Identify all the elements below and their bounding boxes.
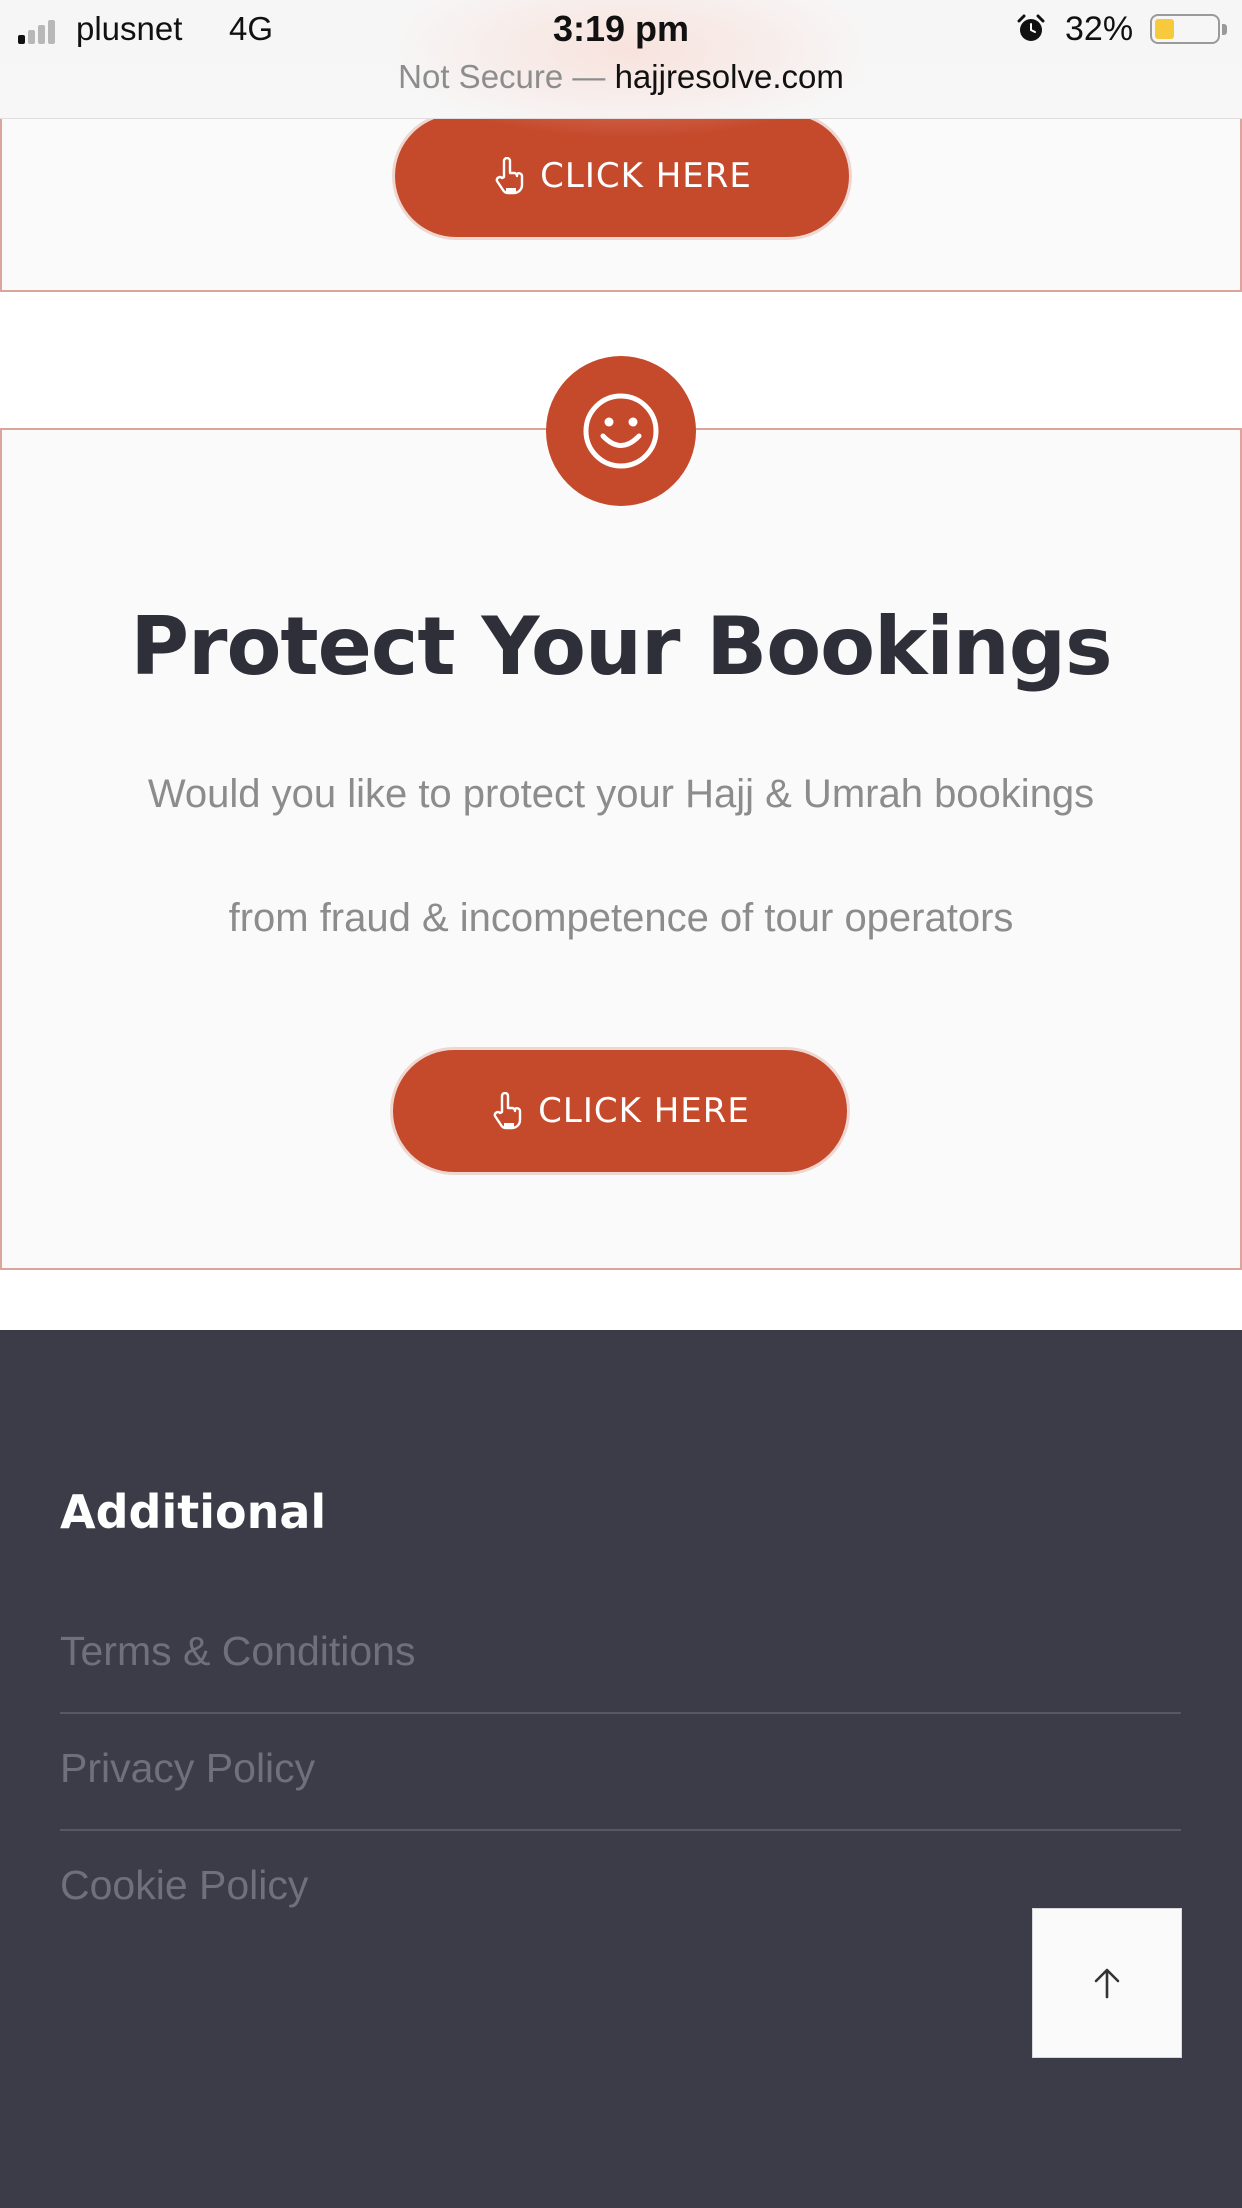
- click-here-label-top: CLICK HERE: [540, 156, 752, 196]
- terms-conditions-link[interactable]: Terms & Conditions: [60, 1598, 1181, 1714]
- browser-status-bar: plusnet 4G 3:19 pm 32% Not Secure — hajj…: [0, 0, 1242, 140]
- battery-level-fill: [1155, 19, 1174, 39]
- click-here-button[interactable]: CLICK HERE: [390, 1047, 850, 1175]
- card-description-line-1: Would you like to protect your Hajj & Um…: [147, 772, 1095, 816]
- status-time: 3:19 pm: [552, 8, 690, 49]
- battery-icon: [1150, 14, 1227, 44]
- card-title: Protect Your Bookings: [130, 600, 1112, 693]
- smiley-badge: [546, 356, 696, 506]
- hand-pointer-icon: [495, 157, 524, 195]
- battery-nub: [1222, 24, 1227, 35]
- alarm-clock-icon: [1017, 14, 1045, 41]
- footer-heading: Additional: [60, 1485, 327, 1539]
- click-here-label: CLICK HERE: [538, 1091, 750, 1131]
- security-label: Not Secure —: [398, 58, 606, 95]
- url-host: hajjresolve.com: [614, 58, 844, 95]
- cookie-policy-link[interactable]: Cookie Policy: [60, 1832, 1181, 1948]
- url-bar[interactable]: Not Secure — hajjresolve.com: [0, 58, 1242, 96]
- hand-pointer-icon: [493, 1092, 522, 1130]
- scroll-to-top-button[interactable]: [1032, 1908, 1182, 2058]
- smiley-icon: [583, 393, 659, 469]
- battery-percentage: 32%: [1065, 10, 1134, 48]
- site-footer: Additional Terms & Conditions Privacy Po…: [0, 1330, 1242, 2208]
- card-description-line-2: from fraud & incompetence of tour operat…: [228, 896, 1014, 940]
- privacy-policy-link[interactable]: Privacy Policy: [60, 1715, 1181, 1831]
- arrow-up-icon: [1094, 1968, 1120, 1999]
